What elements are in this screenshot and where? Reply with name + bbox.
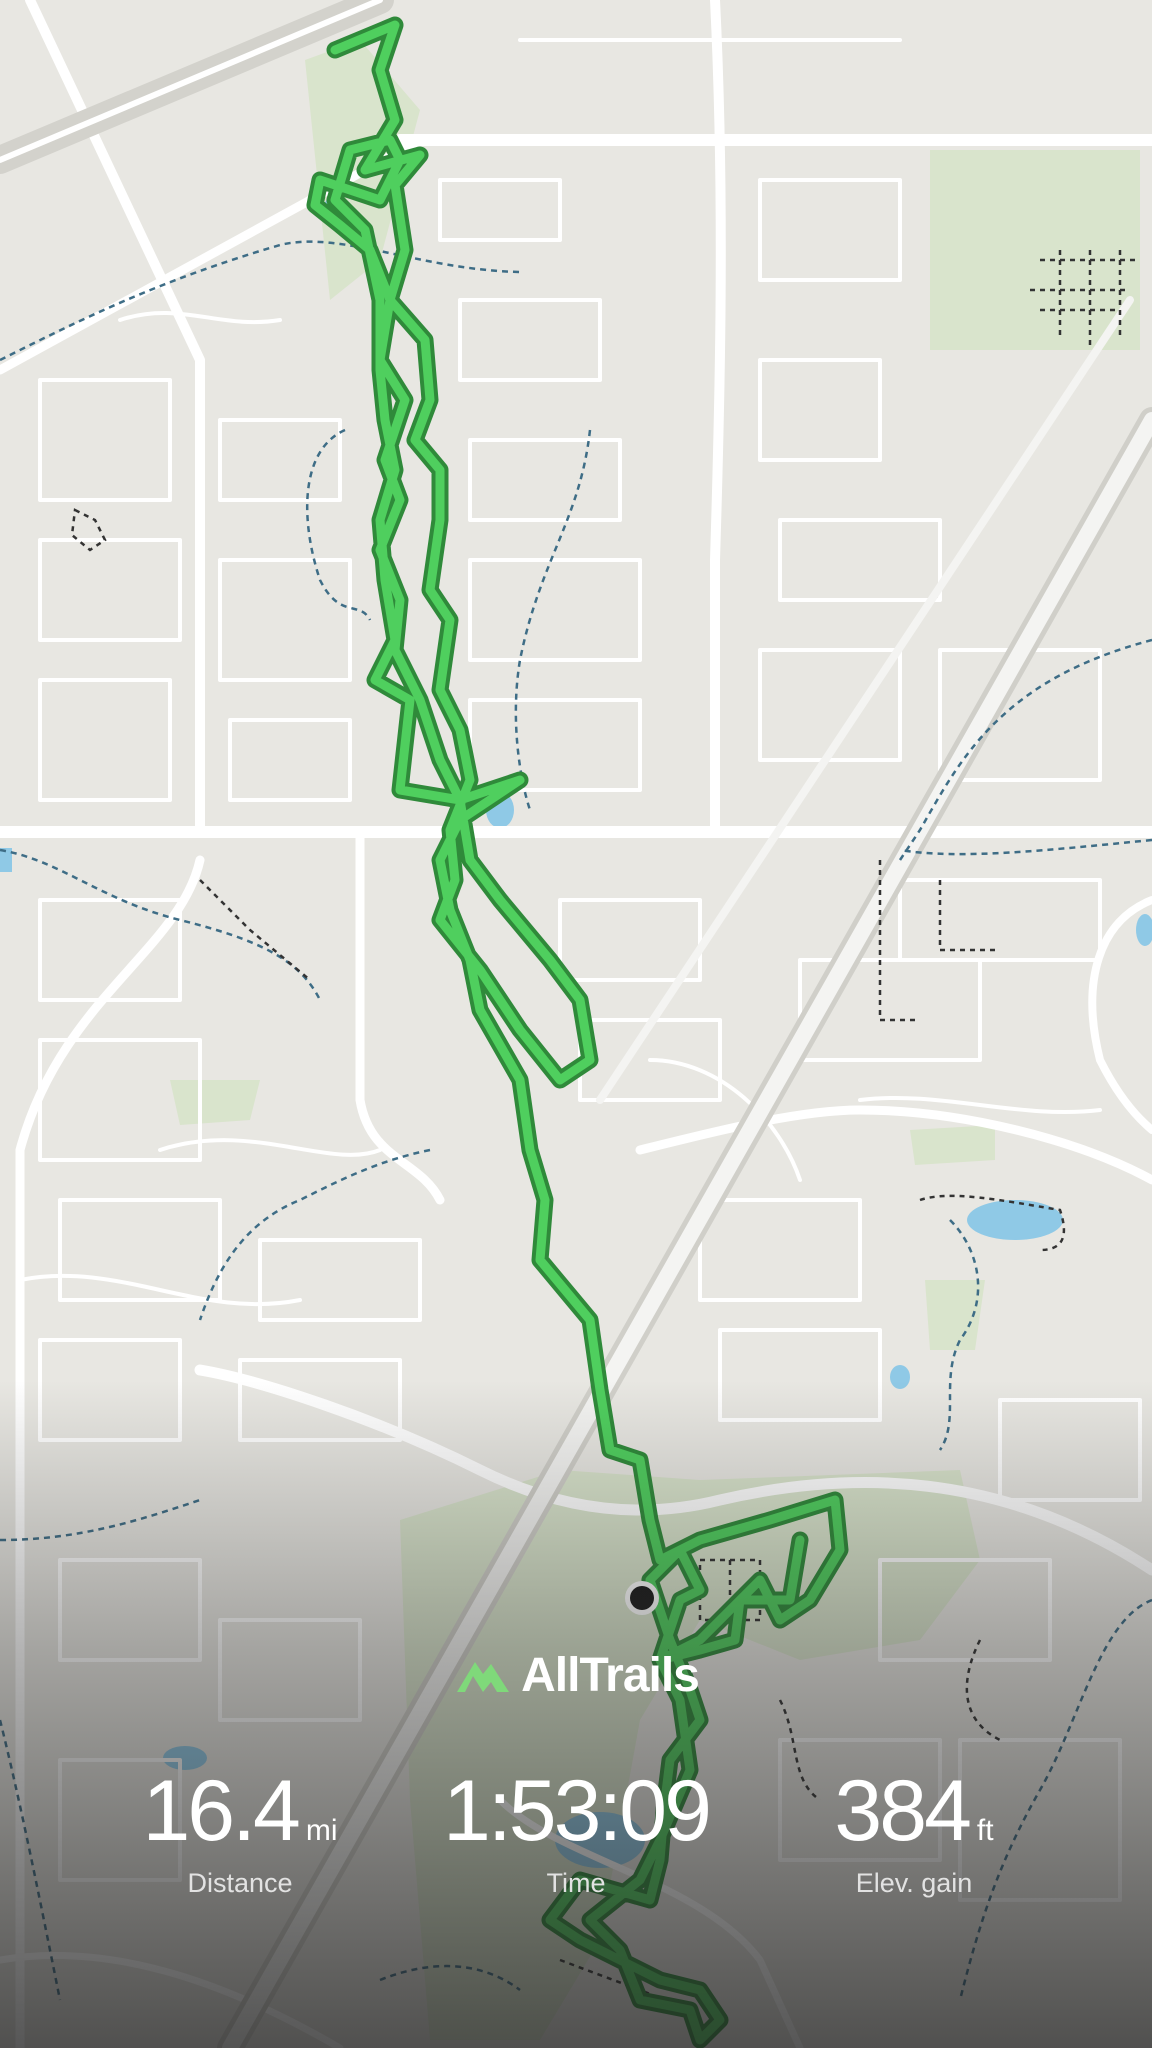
distance-stat: 16.4 mi Distance — [80, 1768, 400, 1899]
elevation-stat: 384 ft Elev. gain — [754, 1768, 1074, 1899]
time-stat: 1:53:09 Time — [416, 1768, 736, 1899]
time-value: 1:53:09 — [443, 1763, 712, 1859]
brand-name: AllTrails — [521, 1649, 700, 1702]
route-map[interactable] — [0, 0, 1152, 2048]
activity-stats: 16.4 mi Distance 1:53:09 Time 384 ft Ele… — [0, 1768, 1152, 1908]
time-label: Time — [546, 1868, 606, 1898]
elevation-value: 384 — [834, 1763, 971, 1859]
position-marker[interactable] — [625, 1581, 659, 1615]
activity-share-card: AllTrails 16.4 mi Distance 1:53:09 Time … — [0, 0, 1152, 2048]
mountain-logo-icon — [457, 1661, 510, 1692]
elevation-unit: ft — [976, 1814, 994, 1847]
distance-value: 16.4 — [142, 1763, 300, 1859]
brand-logo: AllTrails — [0, 1648, 1152, 1703]
distance-unit: mi — [305, 1814, 338, 1847]
distance-label: Distance — [187, 1868, 293, 1898]
elevation-label: Elev. gain — [855, 1868, 973, 1898]
